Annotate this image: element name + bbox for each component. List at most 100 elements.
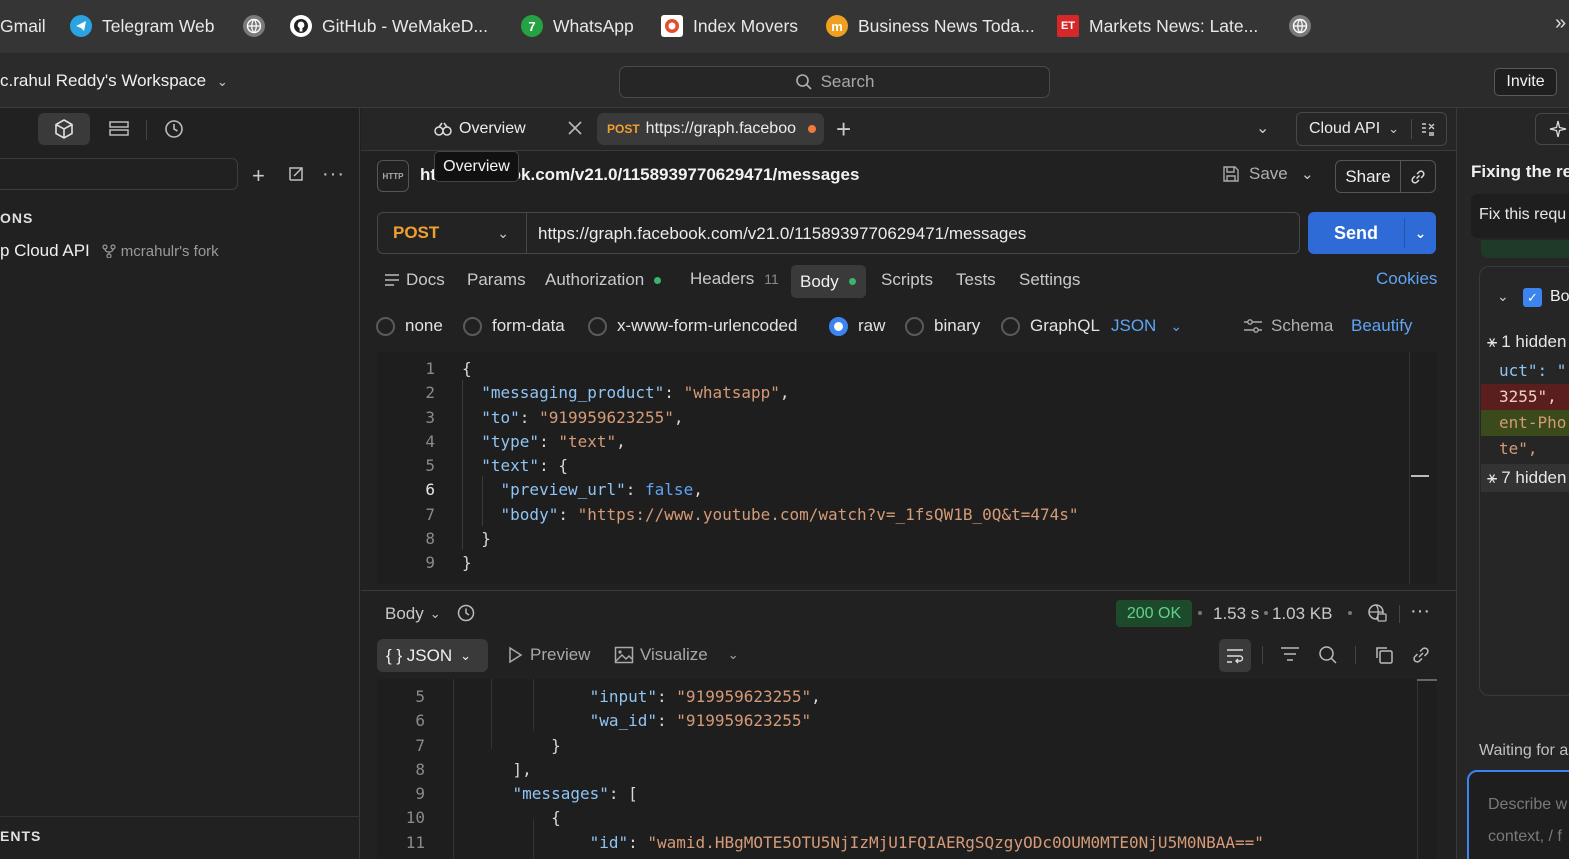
tab-overview[interactable]: Overview [365, 113, 591, 145]
tab-docs[interactable]: Docs [384, 270, 445, 290]
hidden-lines-2[interactable]: ⚹ 7 hidden [1481, 464, 1569, 492]
radio-form-data[interactable]: form-data [463, 316, 565, 336]
radio-urlencoded[interactable]: x-www-form-urlencoded [588, 316, 797, 336]
bookmark-whatsapp[interactable]: 7 WhatsApp [521, 13, 634, 39]
bookmark-markets-news[interactable]: ET Markets News: Late... [1057, 13, 1258, 39]
tab-headers[interactable]: Headers 11 [690, 269, 779, 289]
link-icon[interactable] [1411, 645, 1431, 669]
collapse-chevron-icon[interactable]: ⌄ [1497, 288, 1509, 305]
body-format-selector[interactable]: JSON ⌄ [1111, 316, 1182, 336]
visualize-button[interactable]: Visualize ⌄ [614, 645, 739, 665]
sidebar-filter-input[interactable] [0, 158, 238, 190]
filter-icon[interactable] [1280, 646, 1300, 666]
environment-selector[interactable]: Cloud API ⌄ [1296, 112, 1447, 146]
beautify-button[interactable]: Beautify [1351, 316, 1412, 336]
new-collection-icon[interactable]: + [252, 163, 265, 189]
tabs-overflow-chevron-icon[interactable]: ⌄ [1256, 118, 1269, 138]
response-format-selector[interactable]: { } JSON ⌄ [377, 639, 488, 672]
ai-sparkle-button[interactable] [1535, 113, 1569, 145]
url-input[interactable]: https://graph.facebook.com/v21.0/1158939… [538, 224, 1026, 244]
tab-label: Authorization [545, 270, 645, 289]
environment-quicklook-icon [1422, 123, 1435, 136]
tab-body[interactable]: Body [791, 265, 866, 298]
code-line: "to": "919959623255", [481, 408, 684, 427]
status-badge[interactable]: 200 OK [1116, 600, 1192, 627]
method-selector[interactable]: POST ⌄ [378, 213, 527, 253]
github-icon [290, 15, 312, 37]
search-bar[interactable]: Search [619, 66, 1050, 98]
code-line: } [462, 553, 472, 572]
bookmark-github[interactable]: GitHub - WeMakeD... [290, 13, 488, 39]
copy-icon[interactable] [1374, 645, 1394, 669]
radio-binary[interactable]: binary [905, 316, 980, 336]
expand-icon: ⚹ [1487, 332, 1498, 351]
schema-button[interactable]: Schema [1243, 316, 1333, 336]
workspace-switcher[interactable]: c.rahul Reddy's Workspace ⌄ [0, 71, 228, 91]
search-icon[interactable] [1318, 645, 1338, 669]
response-size[interactable]: 1.03 KB [1272, 604, 1333, 624]
ai-prompt-input[interactable]: Describe w context, / f [1467, 770, 1569, 859]
response-body-viewer[interactable] [377, 679, 1437, 859]
tab-label: Overview [459, 120, 526, 137]
invite-button[interactable]: Invite [1494, 68, 1557, 96]
preview-button[interactable]: Preview [506, 645, 590, 665]
response-view-selector[interactable]: Body ⌄ [385, 604, 441, 624]
import-icon[interactable] [287, 165, 305, 187]
close-tab-icon[interactable] [566, 119, 584, 141]
radio-graphql[interactable]: GraphQL [1001, 316, 1100, 336]
save-options-chevron-icon[interactable]: ⌄ [1301, 165, 1314, 183]
preview-label: Preview [530, 645, 591, 664]
save-button[interactable]: Save [1221, 164, 1288, 184]
wrap-lines-icon[interactable] [1219, 639, 1251, 672]
collection-item[interactable]: p Cloud API mcrahulr's fork [0, 240, 219, 262]
scrollbar-track[interactable] [1417, 679, 1418, 859]
radio-circle [905, 316, 924, 336]
tab-params[interactable]: Params [467, 270, 526, 290]
checkbox-checked[interactable]: ✓ [1523, 288, 1542, 307]
tab-scripts[interactable]: Scripts [881, 270, 933, 290]
environment-name: Cloud API [1309, 120, 1381, 137]
network-info-icon[interactable] [1367, 603, 1387, 627]
new-tab-icon[interactable]: + [836, 114, 851, 145]
more-options-icon[interactable]: ··· [1410, 600, 1430, 623]
separator-dot [1348, 611, 1352, 615]
tab-tests[interactable]: Tests [956, 270, 996, 290]
divider [146, 120, 147, 140]
save-label: Save [1249, 164, 1288, 183]
indent-guide [453, 679, 454, 859]
bookmark-telegram[interactable]: Telegram Web [70, 13, 215, 39]
active-dot-icon [654, 276, 662, 284]
environments-tab[interactable] [93, 113, 145, 145]
tab-authorization[interactable]: Authorization [545, 270, 662, 290]
response-time[interactable]: 1.53 s [1213, 604, 1259, 624]
response-history-icon[interactable] [456, 603, 476, 627]
bookmarks-overflow-icon[interactable]: » [1555, 12, 1566, 35]
bookmark-globe-2[interactable] [1289, 13, 1311, 39]
bookmark-index-movers[interactable]: Index Movers [661, 13, 798, 39]
collections-tab[interactable] [38, 113, 90, 145]
share-button[interactable]: Share [1336, 167, 1400, 187]
history-tab[interactable] [148, 113, 200, 145]
tab-label: Headers [690, 269, 755, 288]
send-options-chevron-icon[interactable]: ⌄ [1405, 212, 1436, 254]
tab-settings[interactable]: Settings [1019, 270, 1080, 290]
copy-link-icon[interactable] [1401, 168, 1435, 186]
tab-label: https://graph.faceboo [645, 120, 796, 137]
bookmark-label: WhatsApp [553, 15, 634, 36]
tab-request[interactable]: POST https://graph.faceboo [597, 113, 824, 145]
bookmark-globe[interactable] [243, 13, 265, 39]
diff-text: uct": " [1499, 361, 1567, 380]
radio-none[interactable]: none [376, 316, 443, 336]
hidden-lines-1[interactable]: ⚹ 1 hidden [1487, 332, 1566, 352]
code-line: } [462, 529, 491, 548]
scrollbar-track[interactable] [1409, 352, 1410, 584]
bookmark-gmail[interactable]: Gmail [0, 13, 46, 39]
radio-circle [376, 316, 395, 336]
send-button[interactable]: Send [1308, 212, 1404, 254]
cookies-link[interactable]: Cookies [1376, 269, 1437, 289]
line-number: 6 [415, 711, 425, 730]
method-label: POST [393, 223, 440, 242]
more-options-icon[interactable]: ··· [322, 163, 345, 186]
bookmark-business-news[interactable]: m Business News Toda... [826, 13, 1035, 39]
radio-raw[interactable]: raw [829, 316, 885, 336]
